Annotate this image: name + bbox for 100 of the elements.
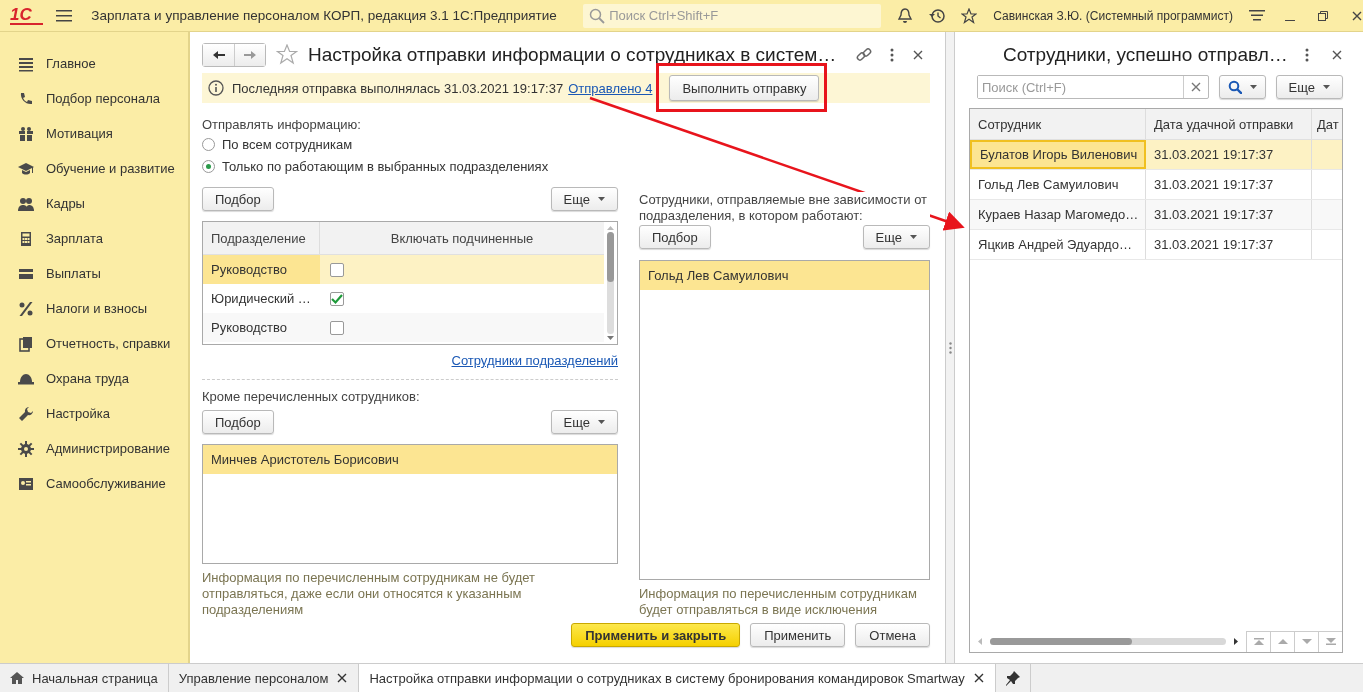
sidebar-item[interactable]: Администрирование xyxy=(0,431,188,466)
sidebar-item[interactable]: Отчетность, справки xyxy=(0,326,188,361)
pick-button[interactable]: Подбор xyxy=(639,225,711,249)
table-row[interactable]: Кураев Назар Магомедо… 31.03.2021 19:17:37 xyxy=(970,200,1342,230)
close-icon xyxy=(972,672,985,684)
radio-icon[interactable] xyxy=(202,159,215,173)
scrollbar-thumb[interactable] xyxy=(607,232,614,282)
sent-link[interactable]: Отправлено 4 xyxy=(568,80,653,96)
drag-handle-icon xyxy=(948,341,952,354)
more-icon xyxy=(1305,48,1309,62)
caret-icon xyxy=(598,197,605,201)
panel-title: Сотрудники, успешно отправл… xyxy=(1003,44,1289,66)
scrollbar-track[interactable] xyxy=(990,637,1226,645)
arrow-right-icon xyxy=(243,48,257,62)
search-button[interactable] xyxy=(1218,75,1266,99)
restore-icon xyxy=(1317,9,1329,22)
form-button[interactable]: Применить xyxy=(750,623,846,647)
sidebar-item[interactable]: Обучение и развитие xyxy=(0,151,188,186)
wrench-icon xyxy=(18,405,34,422)
scrollbar-thumb[interactable] xyxy=(990,637,1132,645)
info-icon xyxy=(208,80,224,96)
row-down-button[interactable] xyxy=(1294,630,1318,652)
apply-close-button[interactable]: Применить и закрыть xyxy=(571,623,741,647)
more-icon xyxy=(890,48,894,62)
info-text: Последняя отправка выполнялась 31.03.2021 19:17:37 xyxy=(232,80,564,96)
gear-icon xyxy=(18,440,34,457)
history-icon xyxy=(929,7,946,24)
splitter[interactable] xyxy=(945,32,955,663)
list-row[interactable]: Минчев Аристотель Борисович xyxy=(203,445,617,474)
jump-top-icon xyxy=(1253,638,1264,645)
more-button[interactable]: Еще xyxy=(550,410,618,434)
search-field[interactable]: Поиск Ctrl+Shift+F xyxy=(583,3,882,28)
send-button[interactable]: Выполнить отправку xyxy=(669,75,820,101)
sidebar-item[interactable]: Главное xyxy=(0,46,188,81)
send-label: Отправлять информацию: xyxy=(202,117,362,133)
pick-button[interactable]: Подбор xyxy=(202,187,274,211)
sidebar-item[interactable]: Настройка xyxy=(0,396,188,431)
more-button[interactable]: Еще xyxy=(1275,75,1343,99)
id-card-icon xyxy=(18,475,34,492)
sidebar-item[interactable]: Зарплата xyxy=(0,221,188,256)
checkbox[interactable] xyxy=(330,320,344,335)
caret-left-icon xyxy=(978,637,982,645)
table-row[interactable]: Булатов Игорь Виленович 31.03.2021 19:17:37 xyxy=(970,140,1342,170)
scrollbar-track[interactable] xyxy=(607,232,614,334)
column-header[interactable]: Дат xyxy=(1312,109,1342,139)
column-header[interactable]: Включать подчиненные xyxy=(320,222,604,254)
percent-icon xyxy=(18,300,34,317)
phone-icon xyxy=(18,90,34,107)
column-header[interactable]: Подразделение xyxy=(203,222,320,254)
caret-icon xyxy=(598,420,605,424)
table-row[interactable]: Юридический … xyxy=(203,284,604,313)
star-icon xyxy=(961,7,978,24)
column-header[interactable]: Сотрудник xyxy=(970,109,1146,139)
table-cell: Руководство xyxy=(203,255,320,284)
table-row[interactable]: Яцкив Андрей Эдуардо… 31.03.2021 19:17:37 xyxy=(970,230,1342,260)
radio-option[interactable]: Только по работающим в выбранных подразделениях xyxy=(202,155,930,177)
table-cell-text: Руководство xyxy=(210,319,288,337)
list-row[interactable]: Гольд Лев Самуилович xyxy=(640,261,929,290)
caret-up-icon xyxy=(607,226,614,230)
close-icon xyxy=(1351,9,1363,22)
sidebar-item[interactable]: Выплаты xyxy=(0,256,188,291)
caret-icon xyxy=(910,235,917,239)
last-row-button[interactable] xyxy=(1318,630,1342,652)
search-icon xyxy=(589,7,606,24)
first-row-button[interactable] xyxy=(1246,630,1270,652)
radio-icon[interactable] xyxy=(202,137,215,151)
checkbox[interactable] xyxy=(330,262,344,277)
jump-bottom-icon xyxy=(1325,638,1336,645)
documents-icon xyxy=(18,335,34,352)
caret-icon xyxy=(1323,85,1330,89)
list-icon xyxy=(18,55,34,72)
more-button[interactable]: Еще xyxy=(862,225,930,249)
form-button[interactable]: Отмена xyxy=(855,623,930,647)
caret-right-icon xyxy=(1234,637,1238,645)
table-cell: Гольд Лев Самуилович xyxy=(970,170,1146,199)
sidebar-item[interactable]: Кадры xyxy=(0,186,188,221)
sidebar-item[interactable]: Мотивация xyxy=(0,116,188,151)
user-name[interactable]: Савинская З.Ю. (Системный программист) xyxy=(993,8,1233,23)
window-tab[interactable]: Начальная страница xyxy=(0,664,169,692)
radio-option[interactable]: По всем сотрудникам xyxy=(202,133,930,155)
table-row[interactable]: Руководство xyxy=(203,313,604,342)
window-tab[interactable]: Настройка отправки информации о сотрудниках в систему бронирования командировок Smartway xyxy=(359,664,996,692)
sidebar-item[interactable]: Самообслуживание xyxy=(0,466,188,501)
search-box[interactable]: Поиск (Ctrl+F) xyxy=(977,75,1209,99)
pick-button[interactable]: Подбор xyxy=(202,410,274,434)
more-button[interactable]: Еще xyxy=(550,187,618,211)
bell-icon xyxy=(897,7,914,24)
back-button[interactable] xyxy=(203,44,234,66)
department-employees-link[interactable]: Сотрудники подразделений xyxy=(451,353,618,369)
search-icon xyxy=(1227,80,1242,94)
graduation-cap-icon xyxy=(18,160,34,177)
checkbox[interactable] xyxy=(330,291,344,306)
row-up-button[interactable] xyxy=(1270,630,1294,652)
sidebar-item[interactable]: Охрана труда xyxy=(0,361,188,396)
sidebar-item[interactable]: Подбор персонала xyxy=(0,81,188,116)
column-header[interactable]: Дата удачной отправки xyxy=(1146,109,1312,139)
table-cell: 31.03.2021 19:17:37 xyxy=(1146,140,1312,169)
table-row[interactable]: Руководство xyxy=(203,255,604,284)
close-icon xyxy=(336,672,349,684)
sidebar-item[interactable]: Налоги и взносы xyxy=(0,291,188,326)
